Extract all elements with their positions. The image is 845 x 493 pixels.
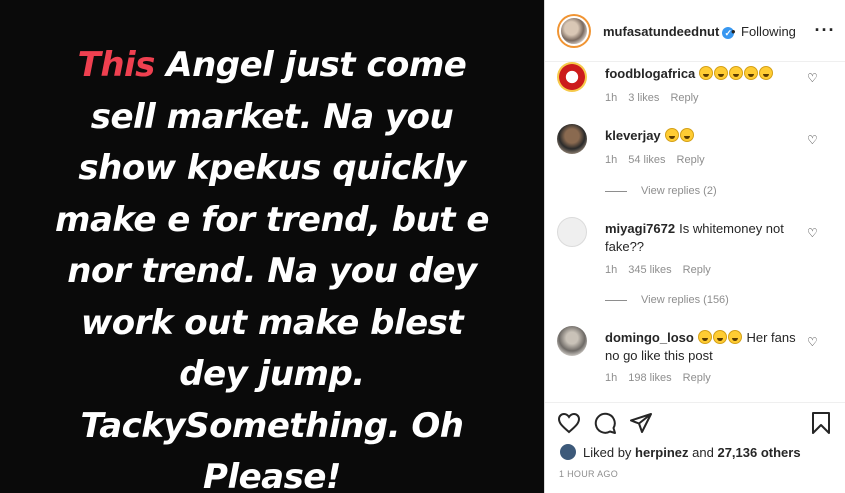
- laughing-emoji-icon: [759, 66, 774, 80]
- laughing-emoji-icon: [744, 66, 759, 80]
- comment-text: miyagi7672 Is whitemoney not fake??: [605, 221, 784, 254]
- view-replies-button[interactable]: View replies (2): [605, 185, 717, 197]
- post-line: nor trend. Na you dey: [67, 251, 477, 291]
- liker-avatar: [559, 443, 577, 461]
- post-line: dey jump.: [179, 354, 365, 394]
- reply-button[interactable]: Reply: [670, 92, 698, 104]
- post-line: show kpekus quickly: [78, 148, 466, 188]
- comment-username[interactable]: kleverjay: [605, 128, 661, 143]
- comment-list[interactable]: foodblogafrica 1h 3 likes Reply ♡ kleverja…: [545, 62, 845, 402]
- grinning-emoji-icon: [712, 330, 727, 344]
- heart-icon[interactable]: ♡: [807, 227, 819, 239]
- comment-username[interactable]: miyagi7672: [605, 221, 675, 236]
- more-options-icon[interactable]: ···: [813, 18, 837, 42]
- comment-text: domingo_loso Her fans no go like this po…: [605, 330, 796, 363]
- grinning-emoji-icon: [727, 330, 742, 344]
- comment-avatar[interactable]: [557, 217, 587, 247]
- bookmark-icon[interactable]: [809, 411, 833, 435]
- laughing-emoji-icon: [714, 66, 729, 80]
- post-line: TackySomething. Oh: [80, 405, 464, 446]
- liker-username[interactable]: herpinez: [635, 445, 688, 460]
- view-replies-button[interactable]: View replies (156): [605, 294, 729, 306]
- post-line: work out make blest: [80, 302, 464, 343]
- comments-panel: mufasatundeednut ✓ • Following ··· foodbl…: [544, 0, 845, 493]
- author-username[interactable]: mufasatundeednut ✓: [603, 24, 735, 39]
- comment-avatar[interactable]: [557, 62, 587, 92]
- reply-button[interactable]: Reply: [683, 264, 711, 276]
- post-line: This Angel just come: [77, 45, 467, 85]
- post-actions: Liked by herpinez and 27,136 others 1 HO…: [545, 402, 845, 492]
- heart-icon[interactable]: ♡: [807, 72, 819, 84]
- reply-button[interactable]: Reply: [683, 372, 711, 384]
- comment-icon[interactable]: [593, 411, 617, 435]
- comment-text: kleverjay: [605, 127, 801, 145]
- comment-avatar[interactable]: [557, 124, 587, 154]
- like-heart-icon[interactable]: [557, 411, 581, 435]
- comment-meta: 1h 198 likes Reply: [605, 372, 711, 384]
- author-avatar[interactable]: [557, 14, 591, 48]
- reply-button[interactable]: Reply: [677, 154, 705, 166]
- grinning-emoji-icon: [697, 330, 712, 344]
- comment-username[interactable]: domingo_loso: [605, 330, 694, 345]
- laughing-emoji-icon: [664, 128, 679, 142]
- comment-meta: 1h 3 likes Reply: [605, 92, 699, 104]
- laughing-emoji-icon: [699, 66, 714, 80]
- laughing-emoji-icon: [679, 128, 694, 142]
- heart-icon[interactable]: ♡: [807, 336, 819, 348]
- post-line: sell market. Na you: [90, 96, 454, 137]
- post-text: This Angel just come sell market. Na you…: [0, 40, 544, 493]
- following-button[interactable]: Following: [741, 24, 796, 39]
- post-timestamp[interactable]: 1 HOUR AGO: [559, 469, 618, 479]
- comment-username[interactable]: foodblogafrica: [605, 66, 695, 81]
- share-icon[interactable]: [629, 411, 653, 435]
- comment-meta: 1h 345 likes Reply: [605, 264, 711, 276]
- likes-summary[interactable]: Liked by herpinez and 27,136 others: [559, 443, 801, 461]
- post-header: mufasatundeednut ✓ • Following ···: [545, 0, 845, 62]
- post-image[interactable]: This Angel just come sell market. Na you…: [0, 0, 544, 493]
- separator-dot: •: [731, 24, 736, 39]
- heart-icon[interactable]: ♡: [807, 134, 819, 146]
- comment-meta: 1h 54 likes Reply: [605, 154, 705, 166]
- post-line: Please!: [203, 457, 341, 493]
- post-line: make e for trend, but e: [55, 199, 489, 240]
- comment-text: foodblogafrica: [605, 65, 801, 83]
- laughing-emoji-icon: [729, 66, 744, 80]
- others-link[interactable]: 27,136 others: [717, 445, 800, 460]
- comment-avatar[interactable]: [557, 326, 587, 356]
